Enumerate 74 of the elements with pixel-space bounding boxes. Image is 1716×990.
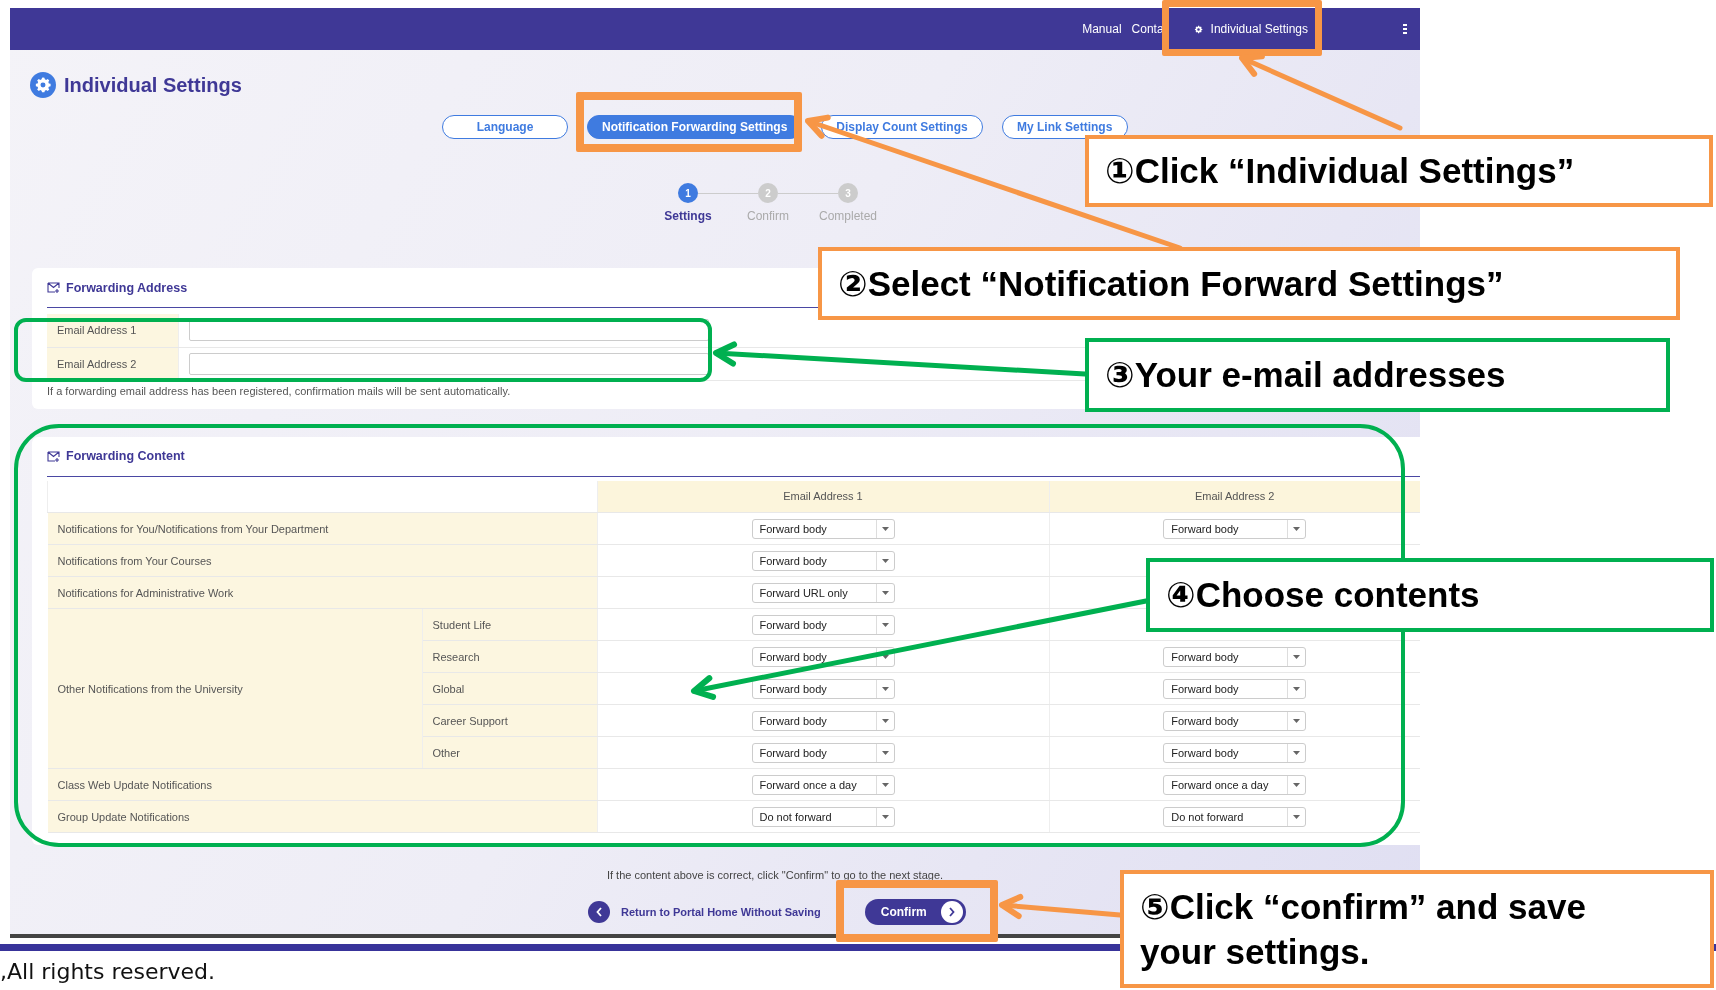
row-label: Notifications for Administrative Work	[47, 576, 597, 609]
caret-icon	[881, 814, 889, 819]
caret-icon	[881, 590, 889, 595]
column-header: Email Address 2	[1049, 480, 1420, 513]
column-header: Email Address 1	[597, 480, 1049, 513]
step-label: Confirm	[747, 209, 789, 223]
section-title: Forwarding Content	[66, 449, 185, 463]
tab[interactable]: Display Count Settings	[821, 115, 983, 139]
forwarding-dropdown[interactable]: Forward body	[1163, 518, 1307, 539]
forwarding-dropdown[interactable]: Forward body	[751, 614, 895, 635]
row-sublabel: Career Support	[422, 704, 597, 737]
chevron-right-icon	[948, 907, 956, 917]
forwarding-dropdown[interactable]: Forward body	[1163, 678, 1307, 699]
row-label: Class Web Update Notifications	[47, 768, 597, 801]
caret-icon	[1293, 782, 1301, 787]
row-label: Notifications from Your Courses	[47, 544, 597, 577]
caret-icon	[1293, 654, 1301, 659]
confirm-button[interactable]: Confirm	[864, 899, 966, 925]
row-sublabel: Research	[422, 640, 597, 673]
callout-text: ①Click “Individual Settings”	[1085, 135, 1713, 207]
step-number: 1	[678, 183, 698, 203]
callout-text: ⑤Click “confirm” and save your settings.	[1120, 870, 1714, 988]
chevron-left-icon	[595, 907, 603, 917]
step-label: Completed	[819, 209, 877, 223]
settings-icon	[30, 72, 56, 98]
forwarding-dropdown[interactable]: Forward body	[1163, 710, 1307, 731]
caret-icon	[881, 558, 889, 563]
forwarding-dropdown[interactable]: Forward body	[751, 710, 895, 731]
row-label: Other Notifications from the University	[47, 608, 422, 769]
row-label: Notifications for You/Notifications from Your Department	[47, 512, 597, 545]
callout-text: ④Choose contents	[1146, 558, 1714, 632]
caret-icon	[1293, 750, 1301, 755]
forwarding-dropdown[interactable]: Forward URL only	[751, 582, 895, 603]
caret-icon	[881, 718, 889, 723]
forwarding-dropdown[interactable]: Do not forward	[751, 806, 895, 827]
row-sublabel: Global	[422, 672, 597, 705]
tab[interactable]: My Link Settings	[1001, 115, 1128, 139]
caret-icon	[881, 782, 889, 787]
forwarding-dropdown[interactable]: Forward body	[751, 742, 895, 763]
forwarding-dropdown[interactable]: Do not forward	[1163, 806, 1307, 827]
caret-icon	[881, 526, 889, 531]
step-label: Settings	[664, 209, 712, 223]
forwarding-dropdown[interactable]: Forward once a day	[1163, 774, 1307, 795]
caret-icon	[1293, 814, 1301, 819]
forwarding-dropdown[interactable]: Forward body	[1163, 742, 1307, 763]
caret-icon	[881, 654, 889, 659]
nav-link[interactable]: Individual Settings	[1173, 22, 1322, 36]
row-sublabel: Student Life	[422, 608, 597, 641]
copyright-text: ,All rights reserved.	[0, 959, 217, 984]
caret-icon	[1293, 526, 1301, 531]
caret-icon	[881, 686, 889, 691]
more-icon[interactable]	[1402, 23, 1408, 35]
callout-text: ③Your e-mail addresses	[1085, 338, 1670, 412]
callout-text: ②Select “Notification Forward Settings”	[818, 247, 1680, 320]
page-title: Individual Settings	[64, 73, 242, 97]
email-input[interactable]	[188, 352, 709, 375]
row-sublabel: Other	[422, 736, 597, 769]
caret-icon	[881, 622, 889, 627]
caret-icon	[881, 750, 889, 755]
forwarding-dropdown[interactable]: Forward body	[751, 550, 895, 571]
forwarding-dropdown[interactable]: Forward body	[1163, 646, 1307, 667]
mail-icon	[47, 282, 60, 293]
nav-link[interactable]: Manual	[1082, 22, 1122, 36]
section-title: Forwarding Address	[66, 280, 188, 295]
info-note: If a forwarding email address has been registered, confirmation mails will be sent automatically.	[47, 384, 512, 397]
tab[interactable]: Language	[442, 115, 568, 139]
return-link[interactable]: Return to Portal Home Without Saving	[588, 901, 821, 923]
mail-icon	[47, 450, 60, 462]
forwarding-dropdown[interactable]: Forward once a day	[751, 774, 895, 795]
caret-icon	[1293, 686, 1301, 691]
forwarding-dropdown[interactable]: Forward body	[751, 678, 895, 699]
forwarding-dropdown[interactable]: Forward body	[751, 518, 895, 539]
caret-icon	[1293, 718, 1301, 723]
row-label: Group Update Notifications	[47, 800, 597, 833]
